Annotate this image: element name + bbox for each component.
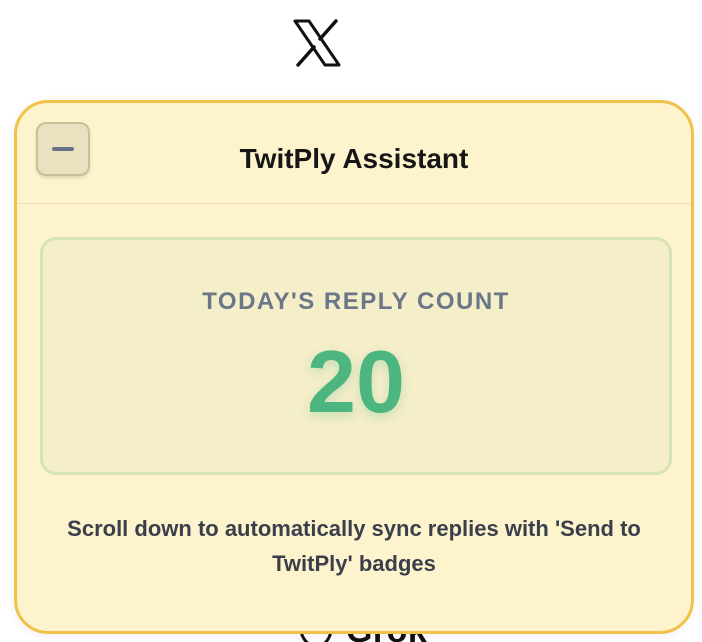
panel-title: TwitPly Assistant: [239, 143, 469, 174]
reply-count-label: TODAY'S REPLY COUNT: [202, 288, 510, 315]
reply-count-value: 20: [307, 332, 405, 431]
reply-count-card: TODAY'S REPLY COUNT 20: [40, 237, 672, 475]
panel-header: TwitPly Assistant: [17, 103, 691, 204]
page: Grok TwitPly Assistant TODAY'S REPLY COU…: [0, 0, 702, 642]
x-logo-icon[interactable]: [292, 18, 342, 68]
sync-help-text: Scroll down to automatically sync replie…: [67, 516, 641, 576]
twitply-assistant-panel: TwitPly Assistant TODAY'S REPLY COUNT 20…: [14, 100, 694, 634]
